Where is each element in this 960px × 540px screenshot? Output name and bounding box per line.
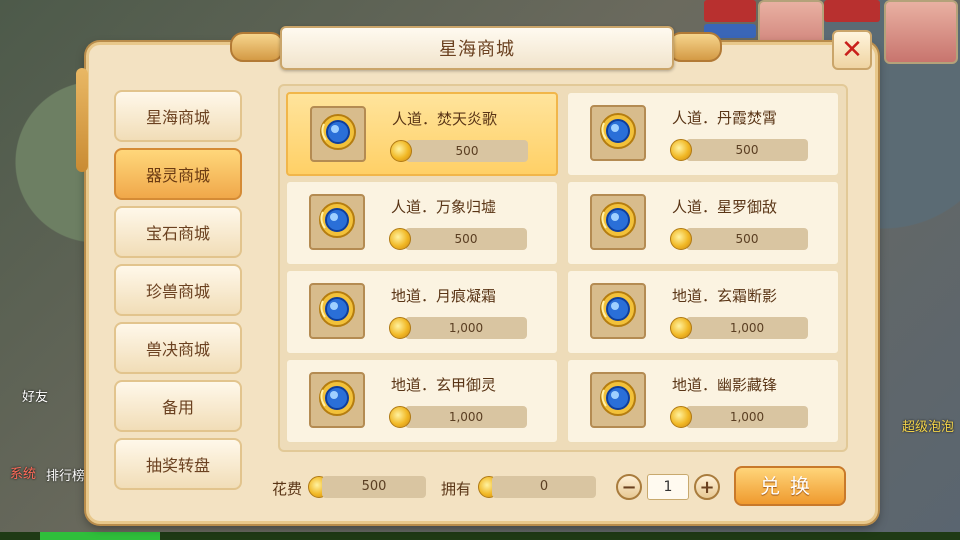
- item-card[interactable]: 地道．玄甲御灵 1,000: [286, 359, 558, 443]
- coin-icon: [670, 406, 692, 428]
- super-bubble-label: 超级泡泡: [902, 420, 955, 435]
- item-slot: [309, 372, 365, 428]
- item-name: 人道．万象归墟: [391, 198, 497, 216]
- item-name: 地道．幽影藏锋: [672, 376, 778, 394]
- item-card[interactable]: 地道．幽影藏锋 1,000: [567, 359, 839, 443]
- item-card[interactable]: 人道．万象归墟 500: [286, 181, 558, 265]
- item-slot: [590, 105, 646, 161]
- dragon-orb-icon: [318, 112, 358, 156]
- item-price: 500: [686, 228, 808, 250]
- item-slot: [590, 372, 646, 428]
- scroll-ornament-right: [668, 32, 722, 62]
- item-slot: [590, 194, 646, 250]
- close-button[interactable]: ✕: [832, 30, 872, 70]
- coin-icon: [670, 139, 692, 161]
- hp-bar: [704, 0, 756, 22]
- dragon-orb-icon: [598, 378, 638, 422]
- title-plate: 星海商城: [280, 26, 674, 70]
- item-price: 1,000: [686, 317, 808, 339]
- item-name: 人道．丹霞焚霄: [672, 109, 778, 127]
- rank-label[interactable]: 排行榜: [46, 465, 85, 484]
- coin-icon: [389, 406, 411, 428]
- item-card[interactable]: 人道．星罗御敌 500: [567, 181, 839, 265]
- item-name: 地道．玄霜断影: [672, 287, 778, 305]
- item-card[interactable]: 人道．焚天炎歌 500: [286, 92, 558, 176]
- nav-item-beast-shop[interactable]: 珍兽商城: [114, 264, 242, 316]
- nav-item-gem-shop[interactable]: 宝石商城: [114, 206, 242, 258]
- item-slot: [310, 106, 366, 162]
- item-name: 人道．焚天炎歌: [392, 110, 498, 128]
- item-card[interactable]: 人道．丹霞焚霄 500: [567, 92, 839, 176]
- scroll-ornament-left: [230, 32, 284, 62]
- item-name: 地道．月痕凝霜: [391, 287, 497, 305]
- tassel-ornament: [76, 68, 88, 172]
- item-price: 1,000: [405, 317, 527, 339]
- coin-icon: [389, 228, 411, 250]
- nav-item-reserve[interactable]: 备用: [114, 380, 242, 432]
- owned-value: 0: [492, 476, 596, 498]
- shop-category-nav: 星海商城 器灵商城 宝石商城 珍兽商城 兽决商城 备用 抽奖转盘: [114, 90, 242, 496]
- nav-item-skillbook-shop[interactable]: 兽决商城: [114, 322, 242, 374]
- exchange-button[interactable]: 兑换: [734, 466, 846, 506]
- item-price: 1,000: [405, 406, 527, 428]
- owned-label: 拥有: [441, 480, 472, 498]
- dragon-orb-icon: [598, 111, 638, 155]
- nav-item-starsea-shop[interactable]: 星海商城: [114, 90, 242, 142]
- item-price: 500: [406, 140, 528, 162]
- page-title: 星海商城: [439, 39, 515, 60]
- dragon-orb-icon: [598, 289, 638, 333]
- cost-value: 500: [322, 476, 426, 498]
- dragon-orb-icon: [598, 200, 638, 244]
- cost-label: 花费: [272, 480, 303, 498]
- coin-icon: [670, 317, 692, 339]
- item-slot: [309, 194, 365, 250]
- system-tag: 系统: [10, 467, 37, 482]
- pet-hp-bar: [824, 0, 880, 22]
- dragon-orb-icon: [317, 289, 357, 333]
- item-grid[interactable]: 人道．焚天炎歌 500 人道．丹霞焚霄 500 人道．万象归墟 500 人道．星罗御敌 500…: [278, 84, 848, 452]
- item-price: 500: [405, 228, 527, 250]
- close-icon: ✕: [841, 35, 863, 65]
- item-price: 500: [686, 139, 808, 161]
- item-card[interactable]: 地道．月痕凝霜 1,000: [286, 270, 558, 354]
- dragon-orb-icon: [317, 378, 357, 422]
- nav-item-lottery-wheel[interactable]: 抽奖转盘: [114, 438, 242, 490]
- item-price: 1,000: [686, 406, 808, 428]
- item-slot: [590, 283, 646, 339]
- friend-label[interactable]: 好友: [22, 386, 48, 405]
- exp-fill: [40, 532, 160, 540]
- coin-icon: [390, 140, 412, 162]
- item-name: 地道．玄甲御灵: [391, 376, 497, 394]
- coin-icon: [389, 317, 411, 339]
- nav-item-spirit-shop[interactable]: 器灵商城: [114, 148, 242, 200]
- dragon-orb-icon: [317, 200, 357, 244]
- quantity-increase-button[interactable]: +: [694, 474, 720, 500]
- item-slot: [309, 283, 365, 339]
- item-card[interactable]: 地道．玄霜断影 1,000: [567, 270, 839, 354]
- quantity-decrease-button[interactable]: −: [616, 474, 642, 500]
- item-name: 人道．星罗御敌: [672, 198, 778, 216]
- coin-icon: [670, 228, 692, 250]
- quantity-input[interactable]: 1: [647, 474, 689, 500]
- player-avatar[interactable]: [884, 0, 958, 64]
